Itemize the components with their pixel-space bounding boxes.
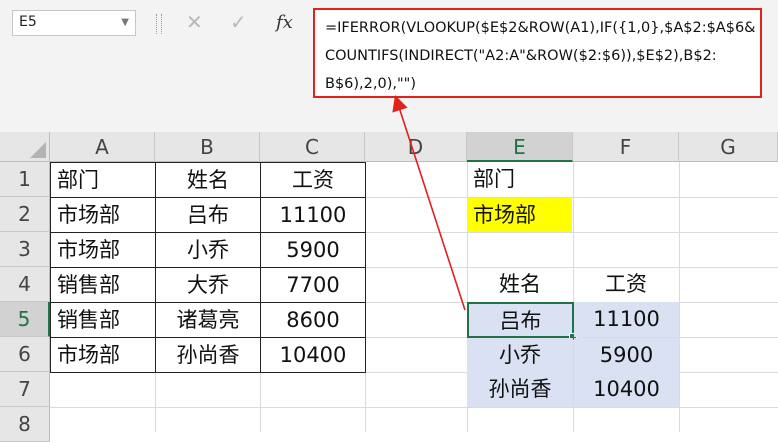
cell-c1[interactable]: 工资 [260, 162, 366, 198]
row-header-2[interactable]: 2 [0, 197, 50, 232]
cell-b5[interactable]: 诸葛亮 [155, 302, 261, 338]
gridline [679, 162, 680, 432]
cell-b2[interactable]: 吕布 [155, 197, 261, 233]
formula-line-3: B$6),2,0),"") [325, 76, 416, 92]
chevron-down-icon[interactable]: ▼ [121, 17, 129, 28]
cell-f4[interactable]: 工资 [573, 267, 679, 302]
gridline [50, 407, 778, 408]
toolbar-separator [156, 14, 162, 34]
column-header-c[interactable]: C [260, 132, 365, 162]
formula-buttons: ✕ ✓ fx [172, 8, 306, 38]
cell-c4[interactable]: 7700 [260, 267, 366, 303]
row-header-1[interactable]: 1 [0, 162, 50, 197]
column-header-e[interactable]: E [467, 132, 573, 162]
cell-e7[interactable]: 孙尚香 [467, 372, 573, 407]
cell-f7[interactable]: 10400 [574, 372, 679, 407]
column-header-a[interactable]: A [50, 132, 155, 162]
insert-function-icon[interactable]: fx [276, 12, 293, 33]
cell-e5[interactable]: 吕布 [467, 302, 574, 338]
row-header-4[interactable]: 4 [0, 267, 50, 302]
formula-line-2: COUNTIFS(INDIRECT("A2:A"&ROW($2:$6)),$E$… [325, 48, 717, 64]
formula-line-1: =IFERROR(VLOOKUP($E$2&ROW(A1),IF({1,0},$… [325, 20, 756, 36]
formula-toolbar: E5 ▼ ✕ ✓ fx =IFERROR(VLOOKUP($E$2&ROW(A1… [0, 0, 778, 132]
cell-b6[interactable]: 孙尚香 [155, 337, 261, 373]
enter-icon[interactable]: ✓ [230, 10, 247, 34]
cell-b3[interactable]: 小乔 [155, 232, 261, 268]
cell-e4[interactable]: 姓名 [467, 267, 573, 302]
cell-f5[interactable]: 11100 [574, 302, 679, 337]
formula-bar-input[interactable]: =IFERROR(VLOOKUP($E$2&ROW(A1),IF({1,0},$… [313, 8, 762, 98]
cell-a1[interactable]: 部门 [50, 162, 156, 198]
cell-c6[interactable]: 10400 [260, 337, 366, 373]
row-header-6[interactable]: 6 [0, 337, 50, 372]
cell-e2[interactable]: 市场部 [467, 198, 572, 232]
row-header-3[interactable]: 3 [0, 232, 50, 267]
cell-e6[interactable]: 小乔 [467, 338, 573, 372]
name-box-value: E5 [19, 14, 37, 30]
cell-e1[interactable]: 部门 [467, 162, 573, 197]
cell-c3[interactable]: 5900 [260, 232, 366, 268]
cell-c5[interactable]: 8600 [260, 302, 366, 338]
name-box[interactable]: E5 ▼ [12, 10, 136, 36]
row-header-5[interactable]: 5 [0, 302, 50, 337]
cell-a5[interactable]: 销售部 [50, 302, 156, 338]
column-header-b[interactable]: B [155, 132, 260, 162]
select-all-corner[interactable] [0, 132, 50, 162]
cell-a4[interactable]: 销售部 [50, 267, 156, 303]
column-header-g[interactable]: G [679, 132, 778, 162]
cancel-icon[interactable]: ✕ [186, 10, 203, 34]
column-header-d[interactable]: D [365, 132, 467, 162]
cell-b1[interactable]: 姓名 [155, 162, 261, 198]
worksheet-grid[interactable]: A B C D E F G 1 2 3 4 5 6 7 8 部门 姓名 工资 市… [0, 132, 778, 442]
cell-a6[interactable]: 市场部 [50, 337, 156, 373]
column-header-f[interactable]: F [573, 132, 679, 162]
row-header-7[interactable]: 7 [0, 372, 50, 407]
cell-c2[interactable]: 11100 [260, 197, 366, 233]
cell-f6[interactable]: 5900 [574, 338, 679, 372]
cell-b4[interactable]: 大乔 [155, 267, 261, 303]
row-header-8[interactable]: 8 [0, 407, 50, 442]
cell-a2[interactable]: 市场部 [50, 197, 156, 233]
cell-a3[interactable]: 市场部 [50, 232, 156, 268]
